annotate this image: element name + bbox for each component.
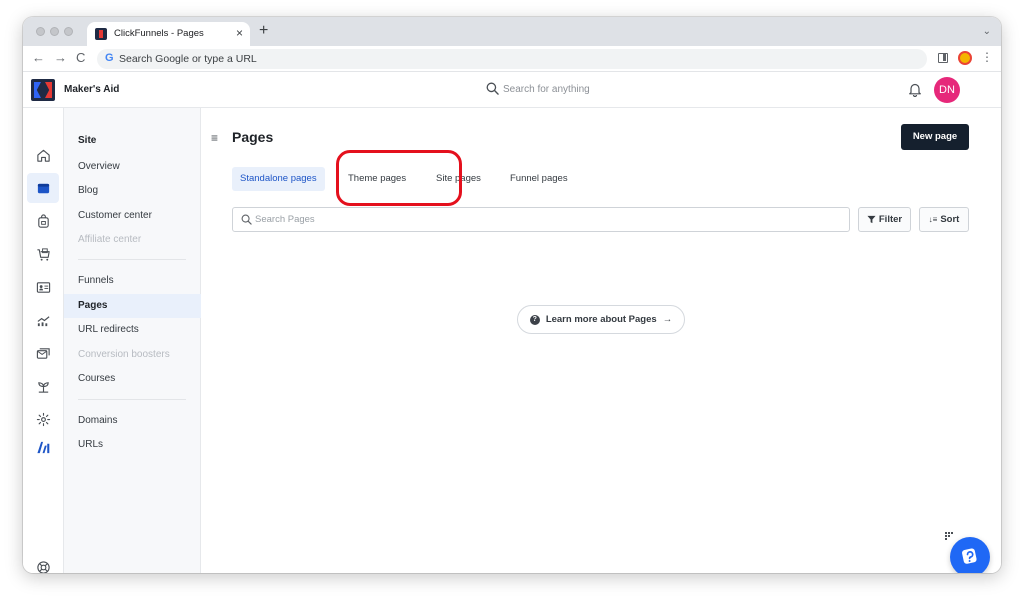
workspace-name[interactable]: Maker's Aid bbox=[64, 84, 119, 95]
new-tab-button[interactable]: + bbox=[259, 23, 268, 39]
subnav-item-domains[interactable]: Domains bbox=[64, 409, 201, 433]
global-search-input[interactable]: Search for anything bbox=[503, 84, 590, 95]
tab-funnel-pages[interactable]: Funnel pages bbox=[502, 167, 576, 191]
browser-tab-strip: ClickFunnels - Pages × + ⌄ bbox=[23, 17, 1001, 46]
tab-close-icon[interactable]: × bbox=[236, 26, 243, 40]
subnav-item-blog[interactable]: Blog bbox=[64, 179, 201, 203]
pages-search-field[interactable] bbox=[232, 207, 850, 232]
browser-tab[interactable]: ClickFunnels - Pages × bbox=[87, 22, 250, 46]
filter-label: Filter bbox=[878, 214, 903, 225]
settings-icon bbox=[36, 412, 50, 426]
subnav-item-customer-center[interactable]: Customer center bbox=[64, 204, 201, 228]
forward-button[interactable]: → bbox=[54, 51, 67, 65]
store-icon bbox=[37, 213, 49, 228]
sort-icon: ↓≡ bbox=[928, 215, 938, 224]
chat-icon bbox=[962, 548, 977, 564]
page-title: Pages bbox=[232, 129, 274, 145]
address-bar[interactable]: G Search Google or type a URL bbox=[97, 49, 927, 69]
back-button[interactable]: ← bbox=[32, 51, 45, 65]
tab-standalone-pages[interactable]: Standalone pages bbox=[232, 167, 325, 191]
sort-button[interactable]: ↓≡ Sort bbox=[919, 207, 969, 232]
minimize-window-button[interactable] bbox=[50, 27, 59, 36]
search-icon bbox=[241, 214, 252, 225]
clickfunnels-logo[interactable] bbox=[31, 79, 55, 101]
maximize-window-button[interactable] bbox=[64, 27, 73, 36]
new-page-button[interactable]: New page bbox=[901, 124, 969, 150]
question-circle-icon: ? bbox=[529, 314, 540, 325]
subnav-item-url-redirects[interactable]: URL redirects bbox=[64, 318, 201, 342]
email-icon bbox=[36, 347, 50, 359]
clickfunnels-favicon-icon bbox=[95, 28, 107, 40]
learn-more-label: Learn more about Pages bbox=[545, 314, 657, 325]
subnav-item-conversion-boosters: Conversion boosters bbox=[78, 349, 170, 360]
cart-icon bbox=[36, 247, 50, 261]
subnav-divider bbox=[78, 399, 186, 400]
subnav-item-funnels[interactable]: Funnels bbox=[64, 269, 201, 293]
browser-tab-title: ClickFunnels - Pages bbox=[114, 28, 204, 39]
reload-button[interactable]: C bbox=[76, 51, 85, 65]
subnav-item-affiliate-center: Affiliate center bbox=[78, 234, 142, 245]
automation-icon bbox=[37, 381, 49, 393]
main-content: ≡ Pages New page Standalone pages Theme … bbox=[201, 108, 1001, 573]
subnav-heading: Site bbox=[78, 135, 97, 146]
learn-more-button[interactable]: ? Learn more about Pages → bbox=[517, 305, 685, 334]
rail-email[interactable] bbox=[27, 338, 59, 368]
grid-dots-icon bbox=[945, 532, 953, 540]
browser-window: ClickFunnels - Pages × + ⌄ ← → C G Searc… bbox=[23, 17, 1001, 573]
contacts-icon bbox=[36, 281, 50, 293]
subnav-item-pages[interactable]: Pages bbox=[64, 294, 201, 318]
rail-orders[interactable] bbox=[27, 239, 59, 269]
site-subnav: Site Overview Blog Customer center Affil… bbox=[64, 108, 201, 573]
subnav-item-urls[interactable]: URLs bbox=[64, 433, 201, 457]
site-icon bbox=[37, 183, 49, 193]
subnav-item-courses[interactable]: Courses bbox=[64, 367, 201, 391]
arrow-right-icon: → bbox=[662, 314, 673, 325]
sort-label: Sort bbox=[940, 214, 960, 225]
address-bar-placeholder: Search Google or type a URL bbox=[119, 53, 257, 65]
help-icon bbox=[36, 560, 50, 573]
rail-ai[interactable] bbox=[27, 432, 59, 462]
subnav-item-overview[interactable]: Overview bbox=[64, 155, 201, 179]
rail-analytics[interactable] bbox=[27, 305, 59, 335]
tab-site-pages[interactable]: Site pages bbox=[428, 167, 489, 191]
primary-nav-rail bbox=[23, 108, 64, 573]
filter-button[interactable]: Filter bbox=[858, 207, 911, 232]
rail-store[interactable] bbox=[27, 206, 59, 236]
hamburger-menu-icon[interactable]: ≡ bbox=[211, 132, 218, 144]
rail-site[interactable] bbox=[27, 173, 59, 203]
support-chat-button[interactable] bbox=[950, 537, 990, 573]
subnav-divider bbox=[78, 259, 186, 260]
rail-settings[interactable] bbox=[27, 404, 59, 434]
rail-automations[interactable] bbox=[27, 371, 59, 401]
rail-contacts[interactable] bbox=[27, 272, 59, 302]
analytics-icon bbox=[37, 315, 49, 326]
close-window-button[interactable] bbox=[36, 27, 45, 36]
ai-icon bbox=[36, 441, 49, 453]
home-icon bbox=[36, 149, 50, 162]
user-avatar[interactable]: DN bbox=[934, 77, 960, 103]
rail-help[interactable] bbox=[27, 552, 59, 573]
browser-toolbar: ← → C G Search Google or type a URL ⋮ bbox=[23, 46, 1001, 72]
tab-theme-pages[interactable]: Theme pages bbox=[340, 167, 414, 191]
rail-home[interactable] bbox=[27, 140, 59, 170]
profile-avatar-icon[interactable] bbox=[958, 51, 972, 65]
side-panel-icon[interactable] bbox=[938, 53, 948, 63]
tab-search-chevron-icon[interactable]: ⌄ bbox=[983, 26, 991, 37]
google-icon: G bbox=[105, 52, 114, 64]
browser-menu-icon[interactable]: ⋮ bbox=[981, 50, 993, 64]
search-icon bbox=[486, 82, 499, 95]
filter-icon bbox=[867, 215, 876, 224]
app-header: Maker's Aid Search for anything DN bbox=[23, 72, 1001, 108]
pages-search-input[interactable] bbox=[255, 211, 835, 228]
bell-icon[interactable] bbox=[908, 82, 922, 97]
